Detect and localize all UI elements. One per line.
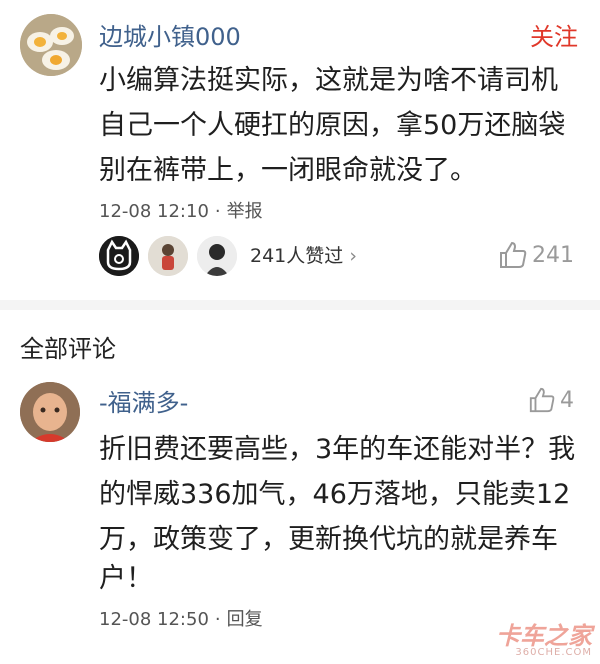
liker-avatar-2[interactable] bbox=[148, 236, 188, 276]
comment-body-line-2: 的悍威336加气，46万落地，只能卖12 bbox=[99, 479, 571, 510]
post-like-button[interactable]: 241 bbox=[498, 240, 574, 270]
reply-link[interactable]: 回复 bbox=[227, 609, 263, 630]
post-body-line-2: 自己一个人硬扛的原因，拿50万还脑袋 bbox=[99, 110, 566, 141]
post-author-avatar[interactable] bbox=[20, 14, 82, 76]
all-comments-title: 全部评论 bbox=[20, 335, 116, 363]
post-username[interactable]: 边城小镇000 bbox=[99, 22, 241, 52]
liker-avatar-3[interactable] bbox=[197, 236, 237, 276]
section-divider bbox=[0, 300, 600, 310]
user-avatar bbox=[197, 236, 237, 276]
thumbs-up-icon bbox=[500, 241, 527, 268]
comment-username[interactable]: -福满多- bbox=[99, 388, 188, 418]
chevron-right-icon: › bbox=[349, 245, 357, 267]
meta-separator: · bbox=[214, 609, 221, 630]
watermark-main-text: 卡车之家 bbox=[496, 622, 592, 650]
user-avatar bbox=[148, 236, 188, 276]
thumbs-up-icon bbox=[529, 387, 555, 413]
comment-body-line-3: 万，政策变了，更新换代坑的就是养车 bbox=[99, 524, 558, 555]
meta-separator: · bbox=[214, 201, 221, 222]
baby-avatar-image bbox=[20, 382, 80, 442]
post-body-line-3: 别在裤带上，一闭眼命就没了。 bbox=[99, 155, 477, 186]
report-link[interactable]: 举报 bbox=[227, 201, 263, 222]
post-meta: 12-08 12:10 · 举报 bbox=[99, 200, 263, 224]
liker-avatar-1[interactable] bbox=[99, 236, 139, 276]
comment-like-button[interactable]: 4 bbox=[528, 386, 574, 414]
follow-button[interactable]: 关注 bbox=[530, 22, 578, 52]
comment-body-line-4: 户！ bbox=[99, 563, 153, 594]
likers-summary[interactable]: 241人赞过 › bbox=[250, 243, 357, 269]
post-timestamp: 12-08 12:10 bbox=[99, 201, 209, 222]
comment-like-count: 4 bbox=[560, 387, 574, 413]
likers-count-text: 241人赞过 bbox=[250, 245, 344, 267]
cat-face-icon bbox=[99, 236, 139, 276]
comment-author-avatar[interactable] bbox=[20, 382, 80, 442]
comment-meta: 12-08 12:50 · 回复 bbox=[99, 608, 263, 632]
post-like-count: 241 bbox=[532, 242, 574, 268]
comment-body-line-1: 折旧费还要高些，3年的车还能对半？我 bbox=[99, 434, 576, 465]
watermark-logo: 卡车之家 360CHE.COM bbox=[496, 624, 592, 658]
post-body-line-1: 小编算法挺实际，这就是为啥不请司机 bbox=[99, 65, 558, 96]
egg-avatar-image bbox=[20, 14, 82, 76]
comment-timestamp: 12-08 12:50 bbox=[99, 609, 209, 630]
